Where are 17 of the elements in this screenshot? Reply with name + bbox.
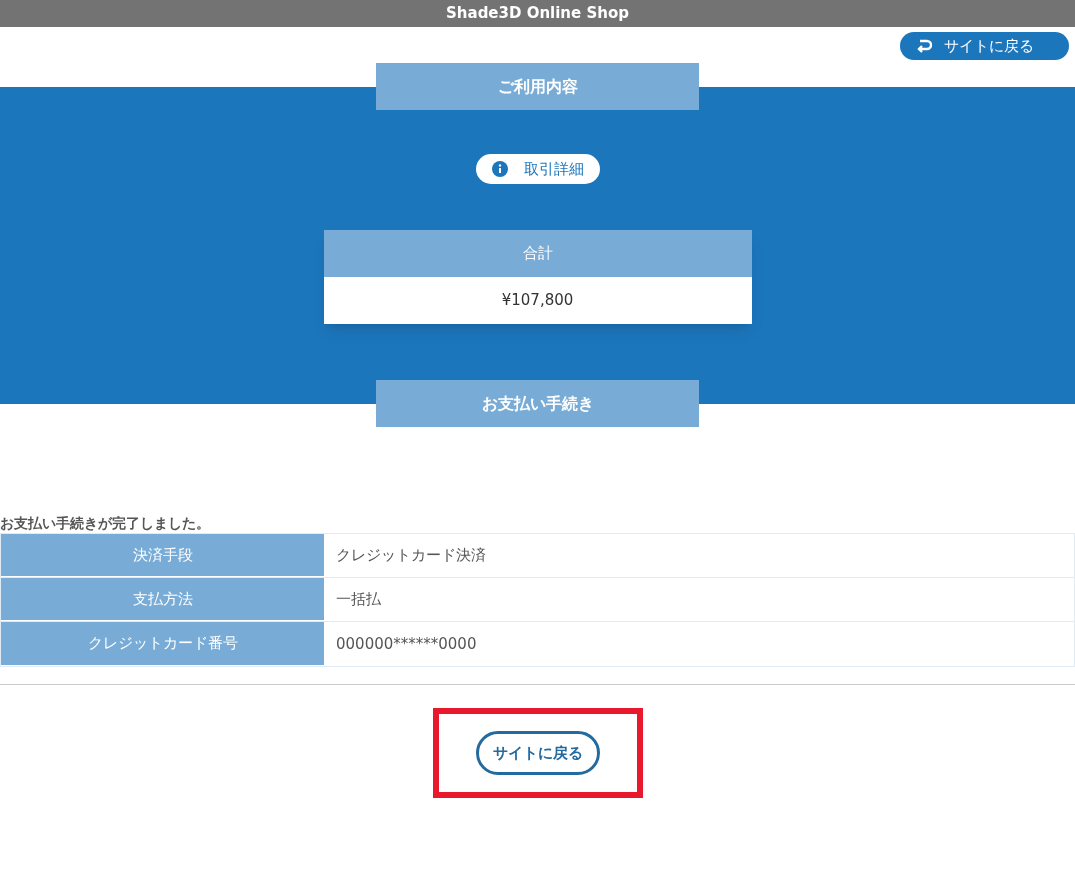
back-to-site-button[interactable]: サイトに戻る (475, 731, 600, 775)
info-icon (491, 161, 508, 177)
total-label: 合計 (323, 230, 752, 277)
table-header-cell: 支払方法 (1, 578, 324, 621)
header-bar: Shade3D Online Shop (0, 0, 1075, 27)
transaction-details-button[interactable]: 取引詳細 (475, 154, 600, 184)
section-heading: ご利用内容 (376, 63, 699, 110)
table-header-cell: クレジットカード番号 (1, 622, 324, 666)
back-to-site-link[interactable]: サイトに戻る (900, 32, 1069, 60)
completion-message: お支払い手続きが完了しました。 (0, 514, 211, 533)
table-cell-text: 000000******0000 (335, 633, 478, 655)
table-cell-text: 一括払 (335, 589, 382, 611)
total-value: ¥107,800 (500, 290, 575, 312)
section-heading: お支払い手続き (376, 380, 699, 427)
table-cell-text: クレジットカード決済 (335, 545, 487, 567)
return-arrow-icon (916, 39, 932, 53)
table-header-cell: 決済手段 (1, 534, 324, 577)
